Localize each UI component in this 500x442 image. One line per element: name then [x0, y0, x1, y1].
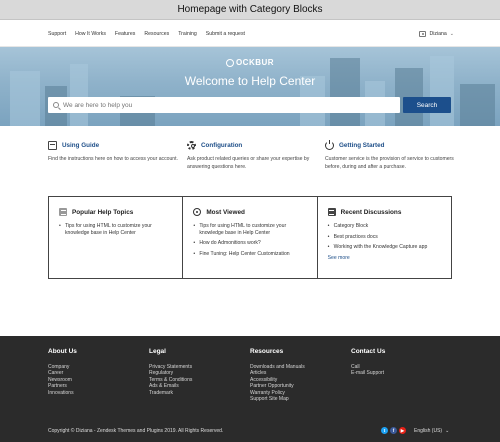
power-icon	[325, 139, 334, 150]
twitter-icon[interactable]: t	[381, 427, 388, 434]
category-title[interactable]: Getting Started	[339, 142, 384, 149]
topic-list: Tips for using HTML to customize your kn…	[59, 223, 174, 236]
user-name: Diziana	[429, 30, 447, 37]
eye-icon	[193, 208, 202, 216]
footer-heading: Resources	[250, 348, 284, 355]
nav-link-features[interactable]: Features	[115, 31, 135, 37]
logo-mark-icon	[225, 58, 234, 67]
discussion-list: Category Block Best practices docs Worki…	[328, 223, 443, 251]
list-item[interactable]: Category Block	[328, 223, 443, 230]
category-using-guide[interactable]: Using Guide Find the instructions here o…	[48, 140, 178, 164]
block-header: Popular Help Topics	[59, 207, 174, 217]
copyright-text: Copyright © Diziana - Zendesk Themes and…	[48, 428, 224, 434]
list-item[interactable]: Best practices docs	[328, 234, 443, 241]
block-title: Recent Discussions	[340, 208, 402, 216]
recent-discussions-block: Recent Discussions Category Block Best p…	[316, 197, 451, 278]
logo-text: OCKBUR	[235, 58, 275, 67]
category-header: Configuration	[187, 140, 317, 150]
user-avatar-icon	[419, 30, 427, 37]
nav-links: Support How It Works Features Resources …	[48, 20, 245, 47]
category-title[interactable]: Using Guide	[62, 142, 99, 149]
chat-icon	[327, 208, 336, 216]
gear-icon	[187, 140, 196, 150]
nav-link-submit-request[interactable]: Submit a request	[206, 31, 245, 37]
block-header: Recent Discussions	[327, 207, 443, 217]
nav-link-support[interactable]: Support	[48, 31, 66, 37]
search-box	[48, 97, 400, 113]
social-links: t f ▶	[381, 427, 406, 434]
category-description: Customer service is the provision of ser…	[325, 156, 454, 170]
chevron-down-icon: ⌄	[445, 428, 450, 434]
document-icon	[59, 208, 67, 216]
nav-link-training[interactable]: Training	[178, 31, 197, 37]
chevron-down-icon: ⌄	[449, 30, 454, 37]
block-title: Popular Help Topics	[72, 208, 134, 216]
window-title: Homepage with Category Blocks	[177, 4, 323, 15]
footer-column-legal: Legal Privacy Statements Regulatory Term…	[149, 348, 239, 396]
block-title: Most Viewed	[206, 208, 245, 216]
user-menu[interactable]: Diziana ⌄	[419, 20, 454, 47]
category-configuration[interactable]: Configuration Ask product related querie…	[187, 140, 317, 171]
list-item[interactable]: Working with the Knowledge Capture app	[328, 244, 443, 251]
block-header: Most Viewed	[193, 207, 308, 217]
skyline-building	[330, 58, 360, 126]
language-label: English (US)	[414, 428, 443, 434]
footer-link[interactable]: Innovations	[48, 390, 138, 396]
facebook-icon[interactable]: f	[390, 427, 397, 434]
popular-help-topics-block: Popular Help Topics Tips for using HTML …	[49, 197, 182, 278]
footer-column-resources: Resources Downloads and Manuals Articles…	[250, 348, 340, 402]
info-blocks: Popular Help Topics Tips for using HTML …	[48, 196, 452, 279]
language-selector[interactable]: English (US) ⌄	[414, 428, 449, 434]
list-item[interactable]: Fine Tuning: Help Center Customization	[193, 251, 308, 258]
footer-column-about: About Us Company Career Newsroom Partner…	[48, 348, 138, 396]
list-item[interactable]: Tips for using HTML to customize your kn…	[193, 223, 308, 236]
hero-banner: OCKBUR Welcome to Help Center Search	[0, 47, 500, 126]
footer-link[interactable]: E-mail Support	[351, 370, 441, 376]
footer-link[interactable]: Support Site Map	[250, 396, 340, 402]
search-icon	[53, 102, 59, 108]
hero-heading: Welcome to Help Center	[184, 74, 316, 88]
footer-heading: Legal	[149, 348, 166, 355]
category-description: Find the instructions here on how to acc…	[48, 156, 178, 162]
nav-link-resources[interactable]: Resources	[144, 31, 169, 37]
footer-link[interactable]: Trademark	[149, 390, 239, 396]
nav-link-how-it-works[interactable]: How It Works	[75, 31, 106, 37]
footer-column-contact: Contact Us Call E-mail Support	[351, 348, 441, 377]
list-item[interactable]: How do Admonitions work?	[193, 240, 308, 247]
site-footer: About Us Company Career Newsroom Partner…	[0, 336, 500, 442]
youtube-icon[interactable]: ▶	[399, 427, 406, 434]
footer-heading: About Us	[48, 348, 77, 355]
book-icon	[48, 140, 57, 150]
category-blocks: Using Guide Find the instructions here o…	[48, 139, 468, 180]
search-button[interactable]: Search	[403, 97, 451, 113]
search-input[interactable]	[63, 101, 383, 109]
brand-logo[interactable]: OCKBUR	[0, 58, 500, 67]
top-navigation: Support How It Works Features Resources …	[0, 20, 500, 47]
category-getting-started[interactable]: Getting Started Customer service is the …	[325, 139, 455, 171]
article-list: Tips for using HTML to customize your kn…	[193, 223, 308, 257]
category-header: Using Guide	[48, 140, 178, 150]
see-more-link[interactable]: See more	[328, 255, 443, 261]
list-item[interactable]: Tips for using HTML to customize your kn…	[59, 223, 174, 236]
footer-heading: Contact Us	[351, 348, 386, 355]
category-description: Ask product related queries or share you…	[187, 156, 310, 170]
most-viewed-block: Most Viewed Tips for using HTML to custo…	[182, 197, 316, 278]
category-header: Getting Started	[325, 139, 455, 150]
skyline-building	[460, 84, 495, 126]
window-titlebar: Homepage with Category Blocks	[0, 0, 500, 20]
category-title[interactable]: Configuration	[201, 142, 242, 149]
